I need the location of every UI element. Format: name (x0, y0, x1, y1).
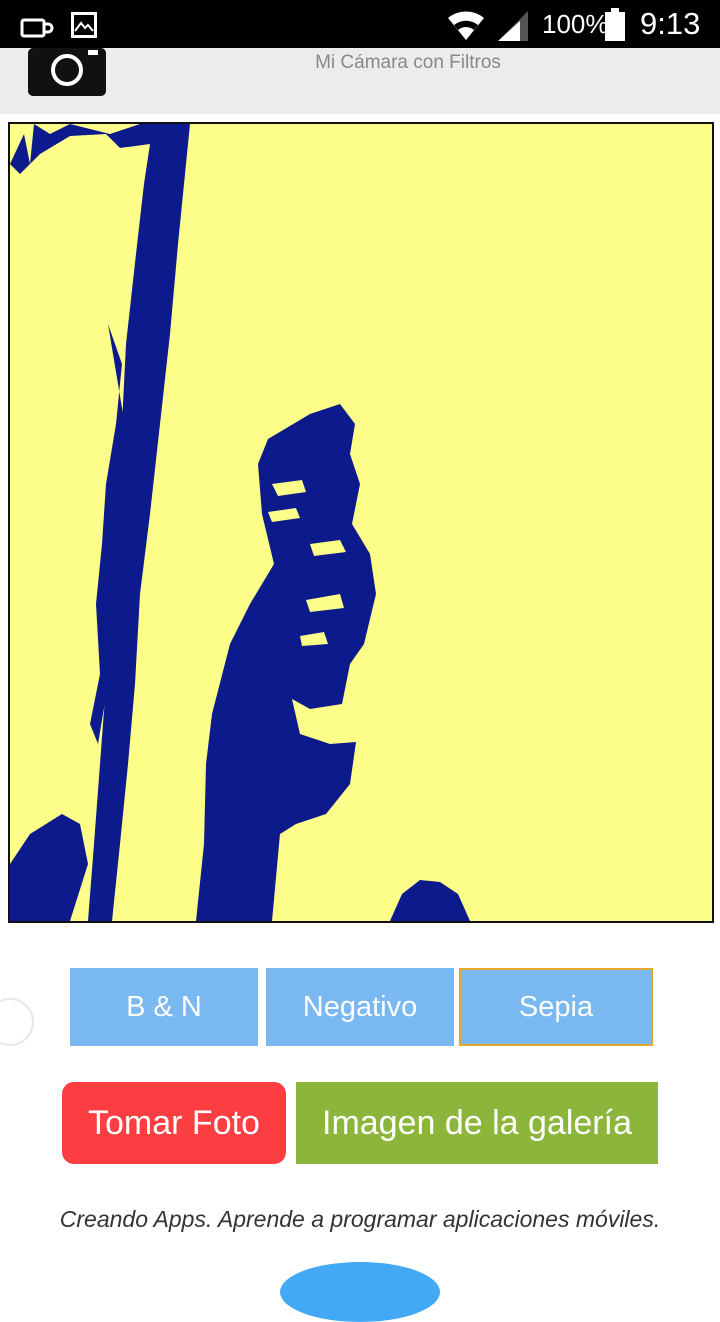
wifi-icon (446, 8, 486, 47)
filter-bn-button[interactable]: B & N (70, 968, 258, 1046)
gallery-button[interactable]: Imagen de la galería (296, 1082, 658, 1164)
take-photo-button[interactable]: Tomar Foto (62, 1082, 286, 1164)
edge-circle-indicator (0, 998, 34, 1046)
floating-button[interactable] (280, 1262, 440, 1322)
status-bar: 100% 9:13 (0, 0, 720, 48)
cell-signal-icon (494, 9, 530, 48)
app-title: Mi Cámara con Filtros (315, 52, 501, 73)
clock: 9:13 (640, 6, 701, 41)
footer-text: Creando Apps. Aprende a programar aplica… (59, 1206, 661, 1232)
battery-percent: 100% (542, 9, 609, 39)
filter-negativo-button[interactable]: Negativo (266, 968, 454, 1046)
cup-icon (20, 14, 54, 45)
photo-preview (8, 122, 714, 923)
battery-icon (604, 8, 626, 47)
filter-sepia-button[interactable]: Sepia (459, 968, 653, 1046)
image-icon (70, 11, 98, 44)
